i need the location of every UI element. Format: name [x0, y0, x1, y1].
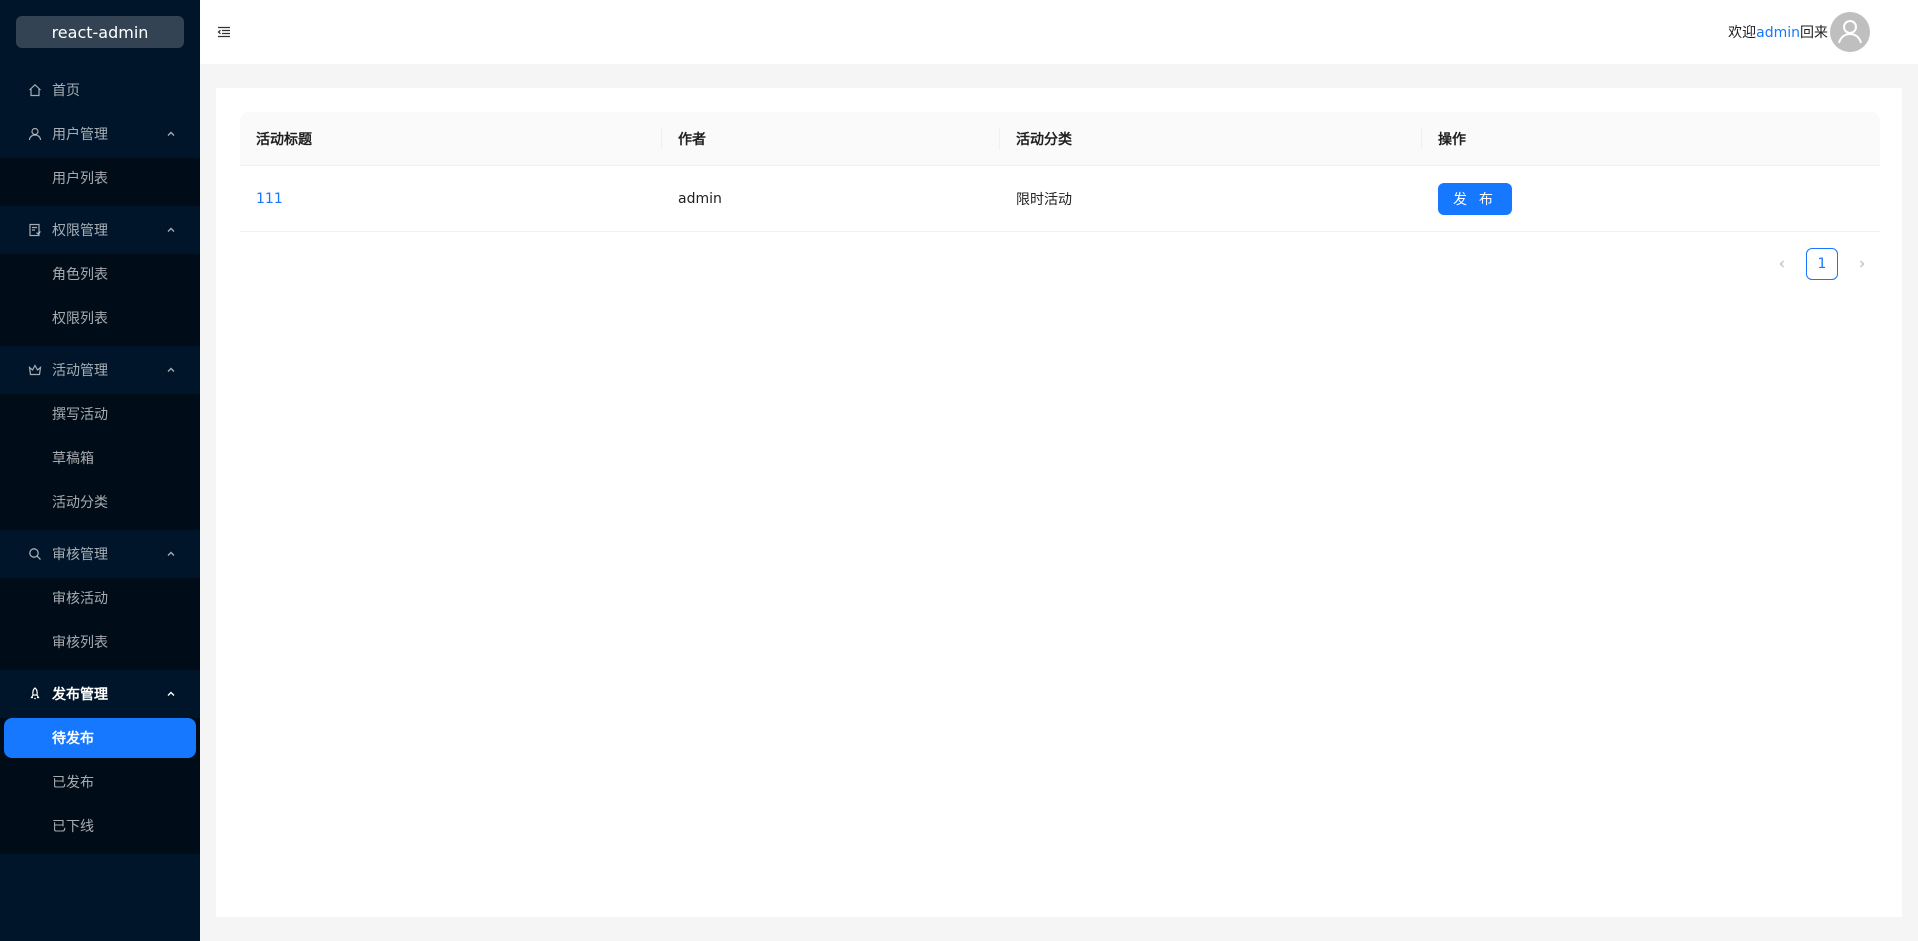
sidebar-item-label: 审核列表	[52, 635, 108, 651]
sidebar-submenu-permission: 角色列表 权限列表	[0, 254, 200, 346]
chevron-right-icon	[1860, 260, 1865, 268]
sidebar-item-permission-list[interactable]: 权限列表	[4, 298, 196, 338]
sidebar-item-label: 首页	[52, 83, 80, 99]
sidebar-item-label: 审核活动	[52, 591, 108, 607]
sidebar-submenu-review: 审核活动 审核列表	[0, 578, 200, 670]
sidebar-item-pending-publish[interactable]: 待发布	[4, 718, 196, 758]
crown-icon	[28, 363, 42, 377]
avatar[interactable]	[1830, 12, 1870, 52]
welcome-prefix: 欢迎	[1728, 25, 1757, 41]
sidebar-item-label: 已发布	[52, 775, 94, 791]
user-icon	[28, 127, 42, 141]
menu-fold-icon[interactable]	[216, 24, 232, 40]
sidebar-item-review-list[interactable]: 审核列表	[4, 622, 196, 662]
activity-table: 活动标题 作者 活动分类 操作 111 admin 限时活动 发 布	[240, 112, 1880, 232]
sidebar-item-label: 撰写活动	[52, 407, 108, 423]
sidebar-item-label: 角色列表	[52, 267, 108, 283]
welcome-suffix: 回来	[1800, 25, 1828, 41]
sidebar-group-label: 发布管理	[52, 687, 108, 703]
chevron-up-icon	[167, 691, 175, 696]
activity-title-link[interactable]: 111	[256, 191, 283, 207]
sidebar-submenu-user: 用户列表	[0, 158, 200, 206]
sidebar-item-label: 活动分类	[52, 495, 108, 511]
home-icon	[28, 83, 42, 97]
sidebar-submenu-publish: 待发布 已发布 已下线	[0, 718, 200, 854]
sidebar-group-permission-management[interactable]: 权限管理	[4, 210, 196, 250]
sidebar-item-role-list[interactable]: 角色列表	[4, 254, 196, 294]
sidebar-item-review-activity[interactable]: 审核活动	[4, 578, 196, 618]
sidebar-submenu-activity: 撰写活动 草稿箱 活动分类	[0, 394, 200, 530]
sidebar-item-drafts[interactable]: 草稿箱	[4, 438, 196, 478]
table-row: 111 admin 限时活动 发 布	[240, 166, 1880, 232]
sidebar-menu: 首页 用户管理 用户列表 权限管理 角色列表 权限列表 活动管理 撰写活动 草稿…	[0, 66, 200, 854]
chevron-up-icon	[167, 227, 175, 232]
column-header-title: 活动标题	[240, 129, 662, 149]
app-logo: react-admin	[16, 16, 184, 48]
column-header-author: 作者	[662, 129, 1000, 149]
table-header: 活动标题 作者 活动分类 操作	[240, 112, 1880, 166]
sidebar-item-label: 草稿箱	[52, 451, 94, 467]
sidebar-group-publish-management[interactable]: 发布管理	[4, 674, 196, 714]
sidebar-group-label: 活动管理	[52, 363, 108, 379]
page-number-button[interactable]: 1	[1806, 248, 1838, 280]
sidebar-item-offline[interactable]: 已下线	[4, 806, 196, 846]
publish-button[interactable]: 发 布	[1438, 182, 1512, 215]
chevron-up-icon	[167, 367, 175, 372]
table-cell-category: 限时活动	[1016, 191, 1072, 208]
sidebar-item-label: 待发布	[52, 731, 94, 747]
username[interactable]: admin	[1756, 25, 1800, 41]
chevron-left-icon	[1779, 260, 1784, 268]
chevron-up-icon	[167, 551, 175, 556]
sidebar-item-published[interactable]: 已发布	[4, 762, 196, 802]
pagination: 1	[1758, 248, 1878, 280]
sidebar-group-activity-management[interactable]: 活动管理	[4, 350, 196, 390]
search-icon	[28, 547, 42, 561]
sidebar-item-label: 权限列表	[52, 311, 108, 327]
user-avatar-icon	[1838, 20, 1862, 44]
top-header: 欢迎admin回来	[200, 0, 1918, 64]
table-cell-title: 111	[240, 191, 662, 207]
main-content: 活动标题 作者 活动分类 操作 111 admin 限时活动 发 布 1	[216, 88, 1902, 917]
table-cell-author: admin	[678, 190, 722, 207]
next-page-button[interactable]	[1846, 248, 1878, 280]
column-header-action: 操作	[1438, 131, 1466, 148]
sidebar-group-label: 权限管理	[52, 223, 108, 239]
sidebar-group-label: 用户管理	[52, 127, 108, 143]
prev-page-button[interactable]	[1766, 248, 1798, 280]
sidebar-group-review-management[interactable]: 审核管理	[4, 534, 196, 574]
audit-icon	[28, 223, 42, 237]
sidebar-item-user-list[interactable]: 用户列表	[4, 158, 196, 198]
sidebar-item-activity-category[interactable]: 活动分类	[4, 482, 196, 522]
table-cell-action: 发 布	[1422, 182, 1880, 215]
sidebar-group-user-management[interactable]: 用户管理	[4, 114, 196, 154]
rocket-icon	[28, 687, 42, 701]
sidebar-item-label: 用户列表	[52, 171, 108, 187]
sidebar-group-label: 审核管理	[52, 547, 108, 563]
sidebar: react-admin 首页 用户管理 用户列表 权限管理 角色列表 权限列表 …	[0, 0, 200, 941]
welcome-text: 欢迎admin回来	[1728, 22, 1828, 42]
sidebar-item-write-activity[interactable]: 撰写活动	[4, 394, 196, 434]
sidebar-item-home[interactable]: 首页	[4, 70, 196, 110]
column-header-category: 活动分类	[1000, 129, 1422, 149]
sidebar-item-label: 已下线	[52, 819, 94, 835]
chevron-up-icon	[167, 131, 175, 136]
